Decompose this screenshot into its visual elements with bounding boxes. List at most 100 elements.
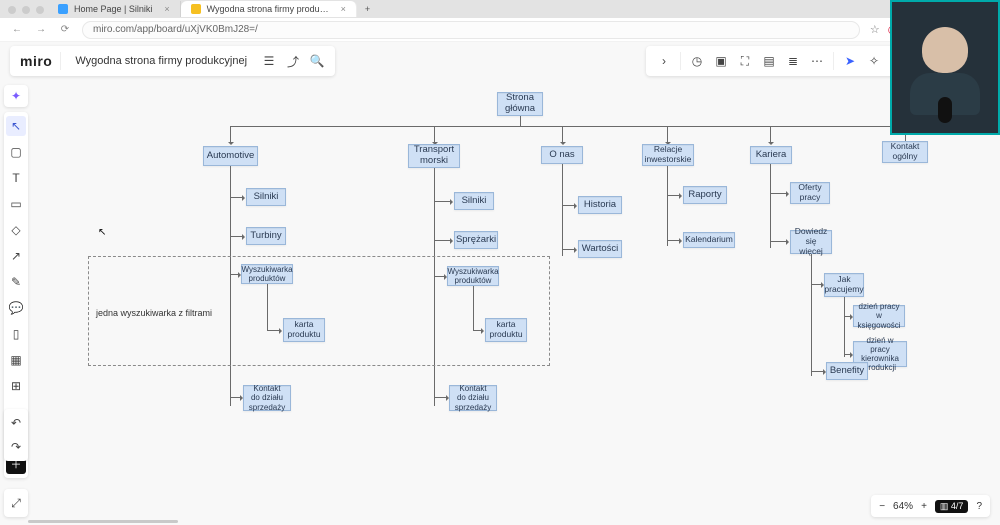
more-icon[interactable]: ⋯ [809,54,825,68]
notes-icon[interactable]: ▤ [761,54,777,68]
sticky-historia[interactable]: Historia [578,196,622,214]
node-text: Wartości [582,244,619,255]
node-text: Benefity [830,366,864,377]
miro-canvas[interactable]: Strona główna Automotive Transport morsk… [0,42,1000,525]
mac-max-dot[interactable] [36,6,44,14]
connector [562,249,576,250]
export-icon[interactable]: ⤴ [285,53,301,70]
pen-tool[interactable]: ✎ [6,272,26,292]
chevron-right-icon[interactable]: › [656,54,672,68]
sticky-dowiedz[interactable]: Dowiedz się więcej [790,230,832,254]
select-tool[interactable]: ↖ [6,116,26,136]
sticky-transport[interactable]: Transport morski [408,144,460,168]
url-text: miro.com/app/board/uXjVK0BmJ28=/ [93,24,258,35]
sticky-onas[interactable]: O nas [541,146,583,164]
shape-tool[interactable]: ◇ [6,220,26,240]
text-tool[interactable]: T [6,168,26,188]
sticky-tr-spr[interactable]: Sprężarki [454,231,498,249]
separator [833,52,834,70]
zoom-in-button[interactable]: + [921,501,927,512]
zoom-out-button[interactable]: − [879,501,885,512]
connector [667,166,668,246]
back-button[interactable]: ← [10,24,24,35]
node-text: Raporty [688,190,721,201]
close-icon[interactable]: × [164,4,169,14]
fit-icon[interactable]: ⤢ [6,493,26,513]
node-text: dzień pracy w księgowości [857,302,900,330]
node-text: Jak pracujemy [824,275,863,295]
search-icon[interactable]: 🔍 [309,54,325,68]
sticky-tr-silniki[interactable]: Silniki [454,192,494,210]
frames-badge[interactable]: ▥ 4/7 [935,500,969,513]
table-tool[interactable]: ⊞ [6,376,26,396]
new-tab-button[interactable]: + [357,4,378,14]
sticky-auto-silniki[interactable]: Silniki [246,188,286,206]
sticky-kontakt[interactable]: Kontakt ogólny [882,141,928,163]
cursor-icon: ↖ [98,227,106,238]
separator [60,52,61,70]
browser-tab[interactable]: Home Page | Silniki × [48,1,181,17]
connector [230,126,910,127]
tab-label: Home Page | Silniki [74,4,152,14]
templates-tool[interactable]: ▢ [6,142,26,162]
sticky-kalendarium[interactable]: Kalendarium [683,232,735,248]
sticky-auto-contact[interactable]: Kontakt do działu sprzedaży [243,385,291,411]
present-icon[interactable]: ▣ [713,54,729,68]
connector [667,126,668,144]
connector [811,254,812,376]
sticky-oferty[interactable]: Oferty pracy [790,182,830,204]
sticky-relacje[interactable]: Relacje inwestorskie [642,144,694,166]
forward-button[interactable]: → [34,24,48,35]
comment-tool[interactable]: 💬 [6,298,26,318]
sticky-wartosci[interactable]: Wartości [578,240,622,258]
sticky-tool[interactable]: ▭ [6,194,26,214]
list-icon[interactable]: ≣ [785,54,801,68]
sticky-automotive[interactable]: Automotive [203,146,258,166]
frame-tool[interactable]: ▯ [6,324,26,344]
sticky-benefity[interactable]: Benefity [826,362,868,380]
browser-tab[interactable]: Wygodna strona firmy produ… × [181,1,357,17]
node-text: Silniki [462,196,487,207]
undo-redo-group: ↶ ↷ [4,409,28,461]
help-icon[interactable]: ? [976,501,982,512]
node-text: Oferty pracy [795,183,825,203]
sticky-tr-contact[interactable]: Kontakt do działu sprzedaży [449,385,497,411]
sticky-kariera[interactable]: Kariera [750,146,792,164]
node-text: Sprężarki [456,235,496,246]
cursor-icon[interactable]: ➤ [842,54,858,68]
sticky-root[interactable]: Strona główna [497,92,543,116]
timer-icon[interactable]: ◷ [689,54,705,68]
scrollbar-horizontal[interactable] [28,520,178,523]
sticky-dzien-ks[interactable]: dzień pracy w księgowości [853,305,905,327]
connector-tool[interactable]: ↗ [6,246,26,266]
connector [562,164,563,256]
reload-button[interactable]: ⟳ [58,24,72,35]
sticky-auto-turbiny[interactable]: Turbiny [246,227,286,245]
sticky-jak[interactable]: Jak pracujemy [824,273,864,297]
templates-button[interactable]: ✦ [4,85,28,107]
node-text: Silniki [254,192,279,203]
connector [667,195,681,196]
mac-window-controls[interactable] [8,6,44,14]
miro-logo[interactable]: miro [20,53,52,69]
node-text: Dowiedz się więcej [795,227,828,256]
url-input[interactable]: miro.com/app/board/uXjVK0BmJ28=/ [82,21,860,39]
connector [667,240,681,241]
browser-addressbar: ← → ⟳ miro.com/app/board/uXjVK0BmJ28=/ ☆… [0,18,1000,42]
connector [434,397,448,398]
zoom-percent[interactable]: 64% [893,501,913,512]
undo-button[interactable]: ↶ [6,413,26,433]
redo-button[interactable]: ↷ [6,437,26,457]
mac-close-dot[interactable] [8,6,16,14]
sticky-raporty[interactable]: Raporty [683,186,727,204]
mac-min-dot[interactable] [22,6,30,14]
star-icon[interactable]: ☆ [870,23,880,36]
grid-tool[interactable]: ▦ [6,350,26,370]
menu-icon[interactable]: ☰ [261,54,277,68]
favicon-icon [58,4,68,14]
reactions-icon[interactable]: ✧ [866,54,882,68]
favicon-icon [191,4,201,14]
board-name[interactable]: Wygodna strona firmy produkcyjnej [75,55,247,67]
close-icon[interactable]: × [341,4,346,14]
frame-icon[interactable]: ⛶ [737,54,753,69]
